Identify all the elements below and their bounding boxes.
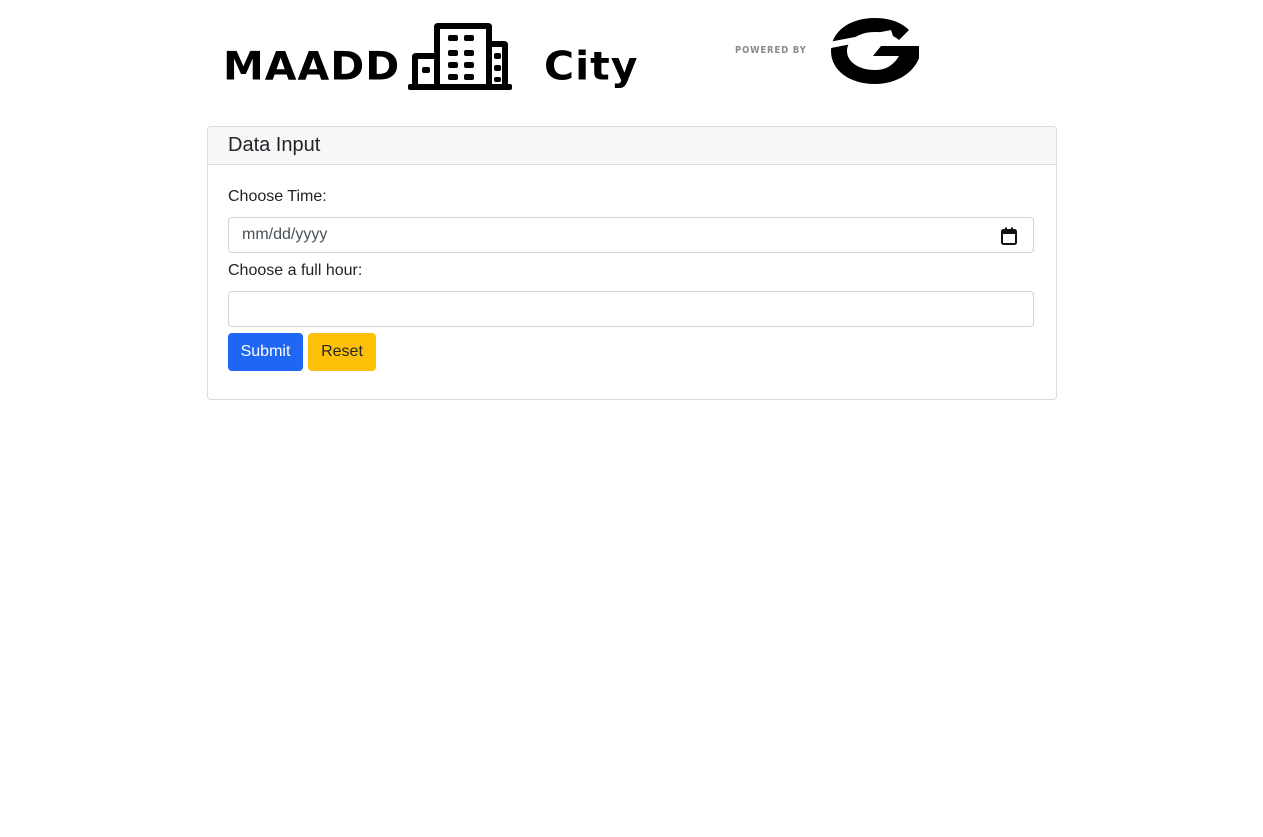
- reset-button[interactable]: Reset: [308, 333, 376, 371]
- g-logo: [829, 18, 919, 84]
- date-input[interactable]: mm/dd/yyyy: [228, 217, 1034, 253]
- calendar-icon[interactable]: [1000, 227, 1018, 245]
- building-icon: [408, 23, 512, 90]
- hour-input[interactable]: [228, 291, 1034, 327]
- data-input-card: Data Input Choose Time: mm/dd/yyyy Choos…: [207, 126, 1057, 400]
- date-placeholder: mm/dd/yyyy: [242, 226, 328, 243]
- submit-button[interactable]: Submit: [228, 333, 303, 371]
- brand-name-right: City: [544, 43, 639, 89]
- card-title: Data Input: [208, 127, 1056, 165]
- choose-time-label: Choose Time:: [228, 188, 327, 205]
- brand-name-left: MAADD: [223, 43, 401, 89]
- choose-hour-label: Choose a full hour:: [228, 262, 363, 279]
- page-header: MAADD City POWERED BY: [207, 0, 1057, 110]
- powered-by-text: POWERED BY: [735, 45, 807, 56]
